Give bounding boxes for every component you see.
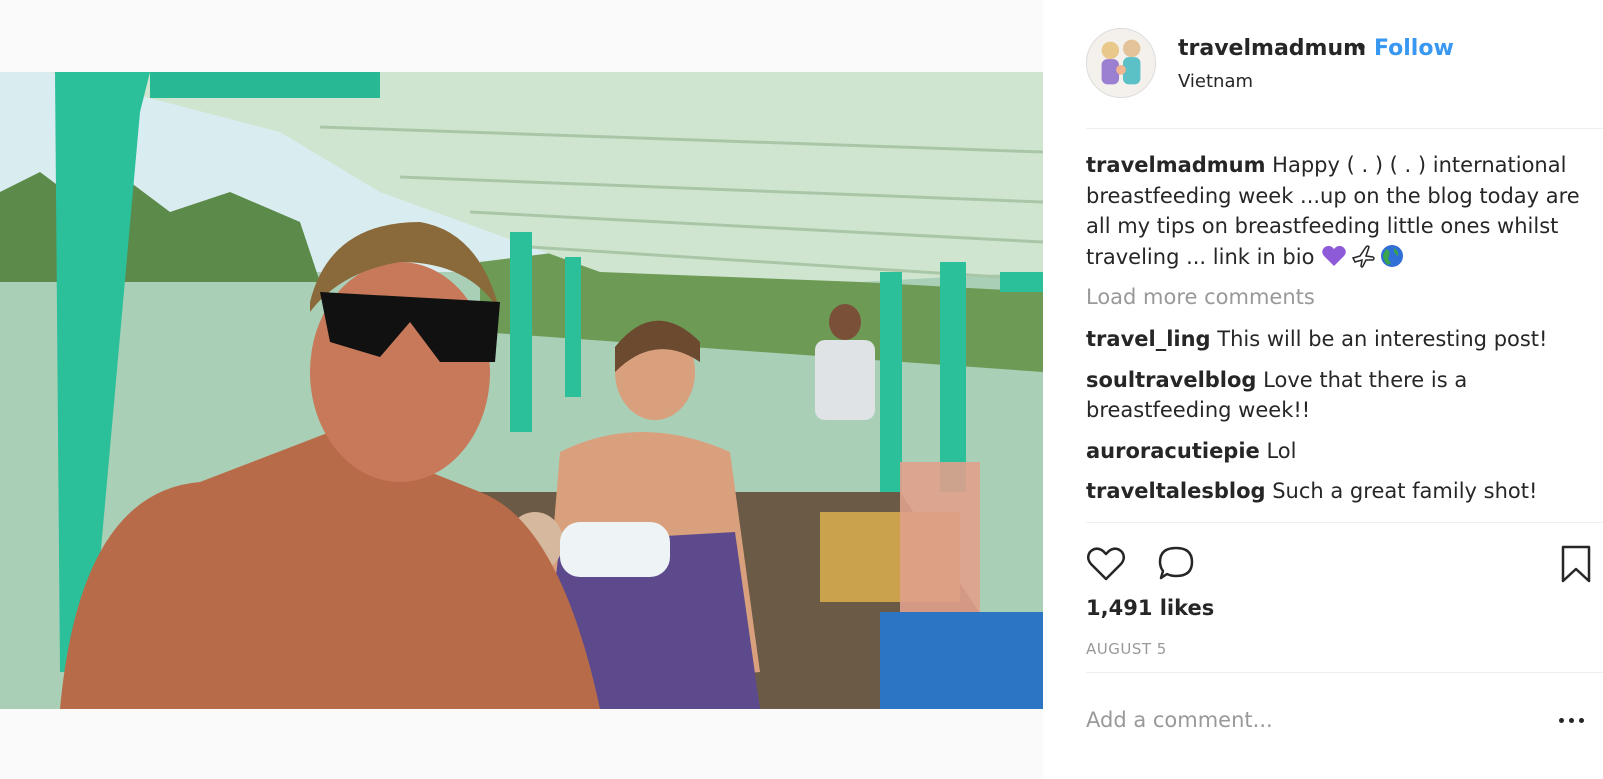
actions-divider: [1086, 522, 1603, 523]
post-location[interactable]: Vietnam: [1178, 71, 1253, 92]
comment-username[interactable]: soultravelblog: [1086, 368, 1256, 392]
bookmark-icon: [1561, 545, 1591, 583]
post-username[interactable]: travelmadmum: [1178, 36, 1366, 61]
purple-heart-icon: [1322, 245, 1346, 266]
post-photo-illustration: [0, 72, 1043, 709]
caption-username[interactable]: travelmadmum: [1086, 153, 1266, 177]
comment-item: soultravelblog Love that there is a brea…: [1086, 365, 1586, 426]
save-button[interactable]: [1554, 542, 1598, 586]
follow-button[interactable]: Follow: [1374, 36, 1454, 61]
comment-button[interactable]: [1154, 542, 1198, 586]
post-date[interactable]: AUGUST 5: [1086, 640, 1167, 658]
like-button[interactable]: [1084, 542, 1128, 586]
add-comment-input[interactable]: [1086, 700, 1546, 740]
comment-username[interactable]: traveltalesblog: [1086, 479, 1266, 503]
avatar-illustration: [1087, 29, 1155, 97]
header-divider: [1086, 128, 1603, 129]
photo-pane: [0, 0, 1043, 779]
post-side-panel: travelmadmum • Follow Vietnam travelmadm…: [1043, 0, 1603, 779]
instagram-post-page: travelmadmum • Follow Vietnam travelmadm…: [0, 0, 1603, 779]
comment-item: auroracutiepie Lol: [1086, 436, 1586, 467]
post-header: travelmadmum • Follow Vietnam: [1086, 28, 1586, 100]
post-photo[interactable]: [0, 72, 1043, 709]
comment-text: This will be an interesting post!: [1210, 327, 1548, 351]
speech-bubble-icon: [1158, 546, 1194, 580]
ellipsis-dot: [1559, 718, 1564, 723]
header-separator: •: [1355, 36, 1368, 61]
comment-item: traveltalesblog Such a great family shot…: [1086, 476, 1586, 507]
comment-username[interactable]: travel_ling: [1086, 327, 1211, 351]
comments-section: travelmadmum Happy ( . ) ( . ) internati…: [1086, 150, 1586, 517]
post-actions: [1084, 542, 1591, 586]
more-options-button[interactable]: [1558, 706, 1588, 734]
comment-item: travel_ling This will be an interesting …: [1086, 324, 1586, 355]
ellipsis-dot: [1569, 718, 1574, 723]
avatar[interactable]: [1086, 28, 1156, 98]
comment-text: Lol: [1259, 438, 1297, 463]
comment-text: Such a great family shot!: [1265, 479, 1538, 503]
comment-box-divider: [1086, 672, 1603, 673]
ellipsis-dot: [1579, 718, 1584, 723]
comment-username[interactable]: auroracutiepie: [1086, 439, 1260, 463]
post-caption: travelmadmum Happy ( . ) ( . ) internati…: [1086, 150, 1586, 272]
load-more-comments[interactable]: Load more comments: [1086, 282, 1586, 312]
heart-outline-icon: [1087, 547, 1125, 581]
airplane-icon: [1352, 244, 1375, 268]
likes-count[interactable]: 1,491 likes: [1086, 596, 1214, 620]
globe-icon: [1381, 244, 1404, 267]
